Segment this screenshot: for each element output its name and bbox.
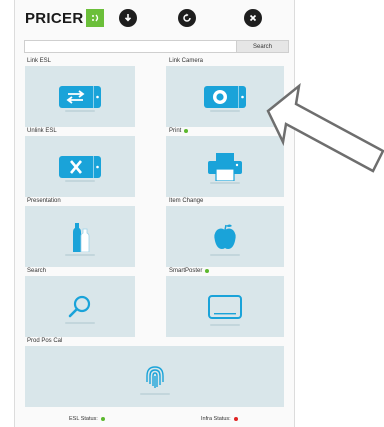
pointer-arrow-icon — [266, 82, 384, 173]
